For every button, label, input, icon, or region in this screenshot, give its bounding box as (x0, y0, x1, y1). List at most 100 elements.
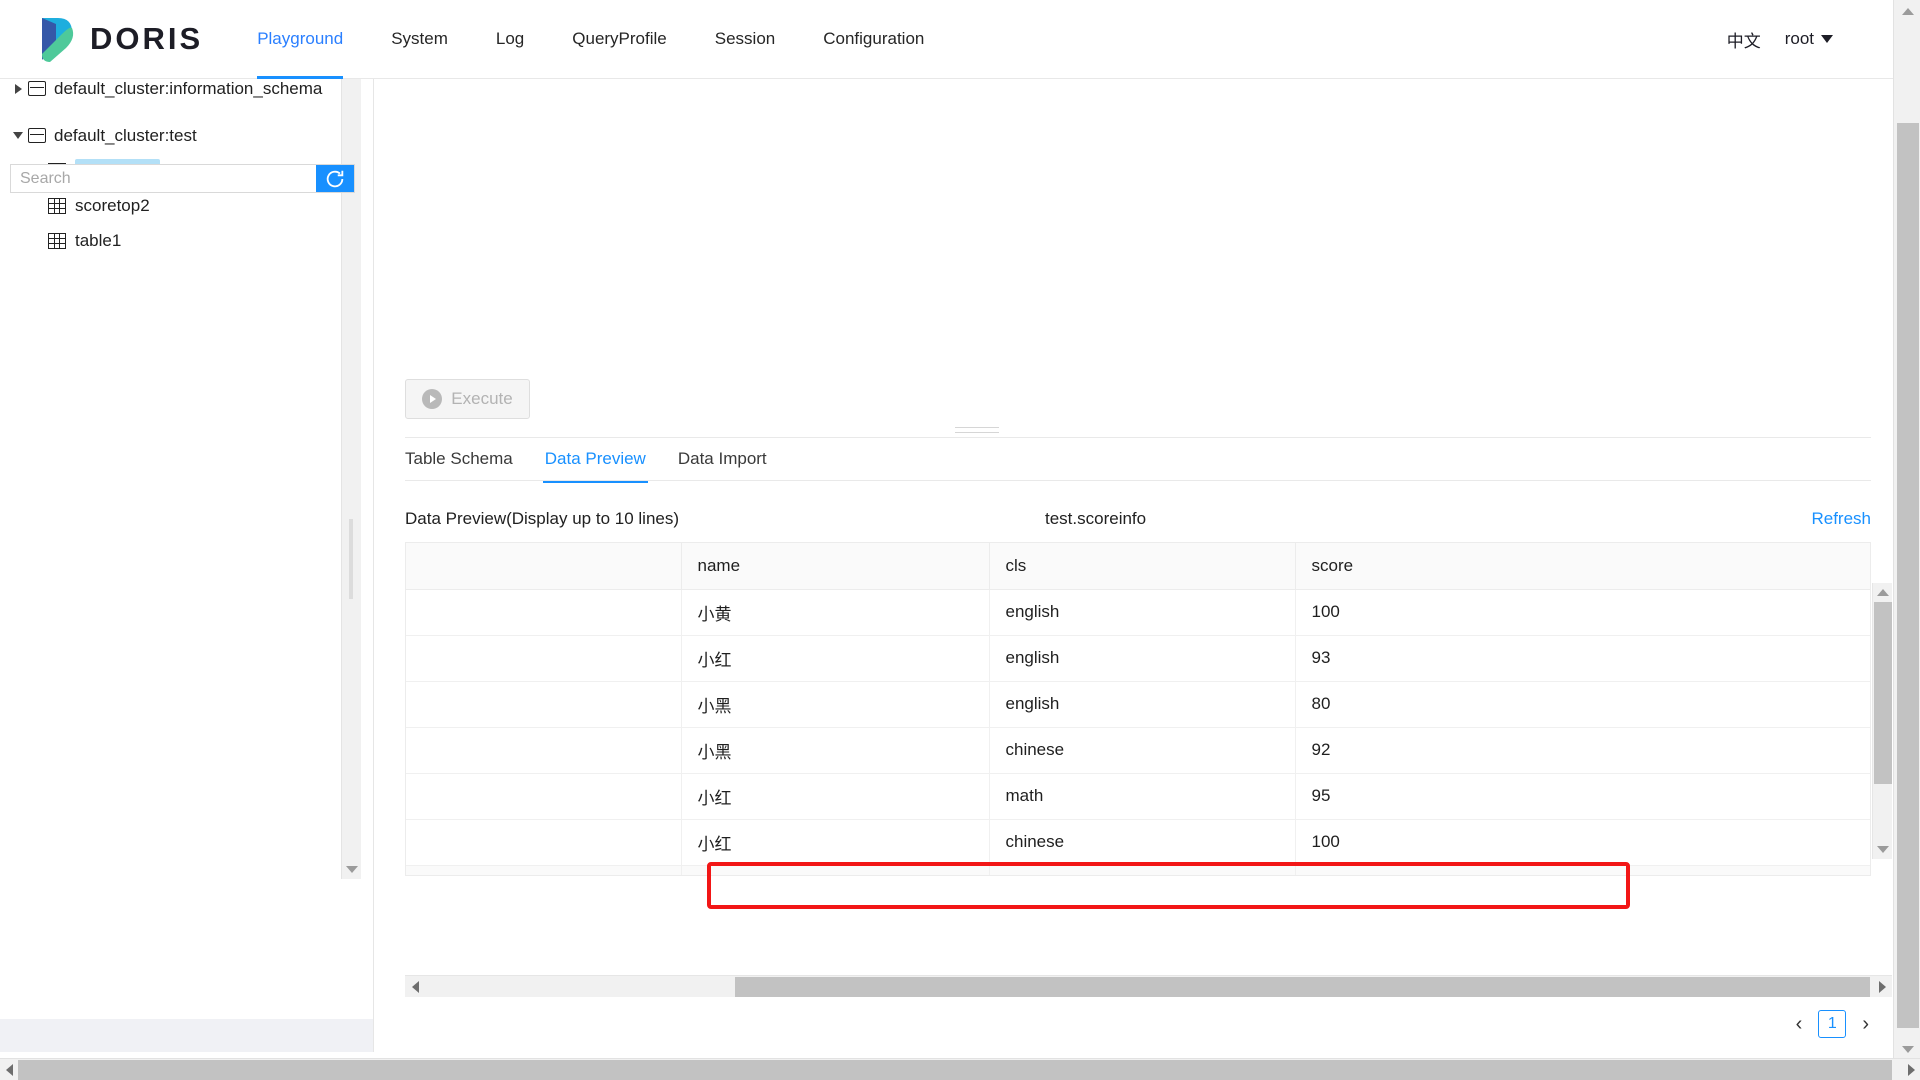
sidebar-footer-block (0, 1019, 374, 1052)
table-scroll-down-icon[interactable] (1873, 840, 1893, 859)
table-row[interactable]: 小红 math 95 (406, 773, 1871, 819)
cell-cls: english (989, 589, 1295, 635)
search-input[interactable] (11, 165, 316, 192)
cell-cls: chinese (989, 819, 1295, 865)
table-scroll-right-icon[interactable] (1872, 976, 1892, 997)
data-preview-table: name cls score 小黄 english 100 小红 (406, 543, 1871, 876)
tree-node-label: scoretop2 (75, 196, 150, 216)
column-header-cls: cls (989, 543, 1295, 589)
cell-name: 小黑 (681, 727, 989, 773)
nav-item-playground[interactable]: Playground (233, 0, 367, 79)
table-hscrollbar-thumb[interactable] (735, 977, 1870, 997)
cell-name: 小黄 (681, 865, 989, 876)
table-vscrollbar-thumb[interactable] (1874, 602, 1892, 784)
cell-name: 小红 (681, 635, 989, 681)
nav-item-system[interactable]: System (367, 0, 472, 79)
column-header-name: name (681, 543, 989, 589)
page-vscrollbar-thumb[interactable] (1897, 123, 1919, 1028)
chevron-right-icon[interactable]: › (1856, 1013, 1875, 1036)
search-box (10, 164, 355, 193)
execute-button-label: Execute (451, 389, 512, 409)
chevron-left-icon[interactable]: ‹ (1790, 1013, 1809, 1036)
preview-title: Data Preview(Display up to 10 lines) (405, 509, 1045, 529)
database-icon (28, 81, 46, 96)
table-row-highlighted[interactable]: 小红 chinese 100 (406, 819, 1871, 865)
cell-cls: english (989, 681, 1295, 727)
page-horizontal-scrollbar[interactable] (0, 1058, 1920, 1080)
database-icon (28, 128, 46, 143)
table-scroll-left-icon[interactable] (405, 976, 425, 997)
column-header-score: score (1295, 543, 1871, 589)
sql-editor[interactable] (375, 79, 1893, 359)
table-row[interactable]: 小黄 english 100 (406, 589, 1871, 635)
table-row[interactable]: 小黑 english 80 (406, 681, 1871, 727)
user-menu[interactable]: root (1785, 29, 1833, 49)
cell-cls: english (989, 635, 1295, 681)
data-preview-table-wrap: name cls score 小黄 english 100 小红 (405, 542, 1871, 876)
cell-score: 95 (1295, 773, 1871, 819)
app-root: DORIS Playground System Log QueryProfile… (0, 0, 1920, 1080)
tree-node-test[interactable]: default_cluster:test (0, 118, 362, 153)
page-scroll-right-icon[interactable] (1902, 1059, 1920, 1080)
brand-logo[interactable]: DORIS (32, 14, 203, 64)
table-row[interactable]: 小红 english 93 (406, 635, 1871, 681)
cell-index (406, 819, 681, 865)
cell-index (406, 589, 681, 635)
cell-index (406, 773, 681, 819)
tabs-divider (405, 480, 1871, 481)
language-switch[interactable]: 中文 (1727, 27, 1761, 52)
tree-node-scoretop2[interactable]: scoretop2 (0, 188, 362, 223)
nav-item-queryprofile[interactable]: QueryProfile (548, 0, 690, 79)
cell-score: 80 (1295, 681, 1871, 727)
cell-cls: chinese (989, 865, 1295, 876)
table-horizontal-scrollbar[interactable] (405, 975, 1892, 997)
tab-data-preview[interactable]: Data Preview (529, 449, 662, 483)
cell-name: 小黑 (681, 681, 989, 727)
header-actions: 中文 root (1727, 27, 1833, 52)
page-vertical-scrollbar[interactable] (1893, 0, 1920, 1060)
preview-table-name: test.scoreinfo (1045, 509, 1811, 529)
refresh-icon[interactable] (316, 165, 354, 192)
page-number-1[interactable]: 1 (1818, 1010, 1846, 1038)
sidebar-scrollbar-thumb[interactable] (349, 519, 353, 599)
cell-score: 100 (1295, 865, 1871, 876)
page-scroll-up-icon[interactable] (1894, 0, 1920, 22)
main-nav: Playground System Log QueryProfile Sessi… (233, 0, 948, 79)
expand-arrow-icon[interactable] (8, 84, 28, 94)
tab-data-import[interactable]: Data Import (662, 449, 783, 483)
cell-index (406, 681, 681, 727)
cell-name: 小红 (681, 819, 989, 865)
collapse-arrow-icon[interactable] (8, 132, 28, 139)
nav-item-configuration[interactable]: Configuration (799, 0, 948, 79)
tab-table-schema[interactable]: Table Schema (405, 449, 529, 483)
table-row[interactable]: 小黑 chinese 92 (406, 727, 1871, 773)
tree-node-label: table1 (75, 231, 121, 251)
column-header-index (406, 543, 681, 589)
db-sidebar: default_cluster:information_schema defau… (0, 79, 374, 1052)
tree-node-table1[interactable]: table1 (0, 223, 362, 258)
page-scroll-left-icon[interactable] (0, 1059, 18, 1080)
table-vertical-scrollbar[interactable] (1872, 583, 1892, 859)
cell-name: 小黄 (681, 589, 989, 635)
tree-node-information-schema[interactable]: default_cluster:information_schema (0, 79, 362, 106)
table-header-row: name cls score (406, 543, 1871, 589)
page-scroll-down-icon[interactable] (1894, 1038, 1920, 1060)
nav-item-log[interactable]: Log (472, 0, 548, 79)
sidebar-scrollbar[interactable] (341, 79, 361, 879)
table-row[interactable]: 小黄 chinese 100 (406, 865, 1871, 876)
page-hscrollbar-thumb[interactable] (18, 1060, 1892, 1080)
nav-item-session[interactable]: Session (691, 0, 799, 79)
sidebar-scroll-down-icon[interactable] (342, 859, 362, 879)
cell-name: 小红 (681, 773, 989, 819)
table-icon (48, 233, 66, 249)
divider (405, 437, 1871, 438)
tree-node-label: default_cluster:information_schema (54, 79, 322, 99)
execute-button[interactable]: Execute (405, 379, 530, 419)
table-icon (48, 198, 66, 214)
doris-logo-icon (32, 14, 78, 64)
table-scroll-up-icon[interactable] (1873, 583, 1893, 602)
app-header: DORIS Playground System Log QueryProfile… (0, 0, 1893, 79)
cell-cls: math (989, 773, 1295, 819)
main-panel: Execute Table Schema Data Preview Data I… (375, 79, 1893, 1052)
refresh-link[interactable]: Refresh (1811, 509, 1871, 529)
